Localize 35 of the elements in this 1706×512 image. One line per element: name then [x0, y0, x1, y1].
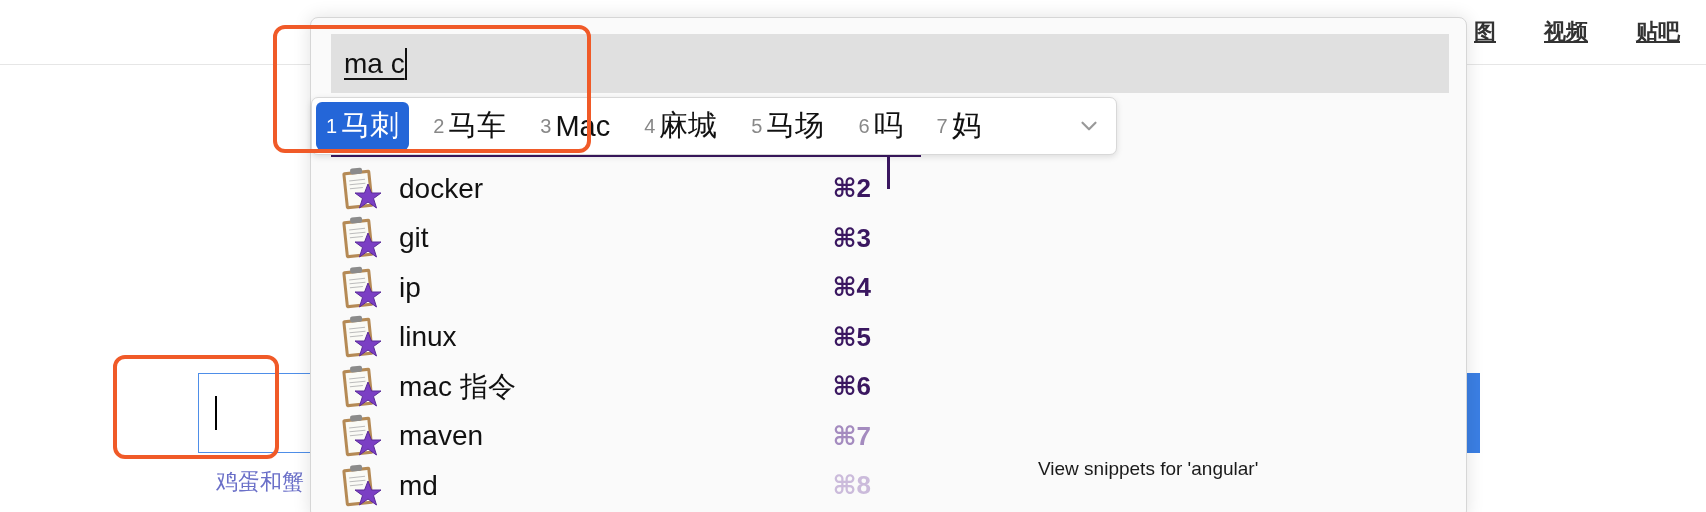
candidate-item[interactable]: 4 麻城 [634, 102, 728, 150]
snippet-name[interactable]: md [399, 469, 817, 502]
clipboard-star-icon [341, 165, 383, 212]
clipboard-star-icon [341, 314, 383, 361]
snippet-name[interactable]: git [399, 222, 817, 255]
clipboard-star-icon [341, 413, 383, 460]
clipboard-star-icon [341, 264, 383, 311]
snippet-name[interactable]: maven [399, 420, 817, 453]
shortcut-label: ⌘5 [832, 321, 871, 353]
suggestion-link[interactable]: 鸡蛋和蟹 [216, 467, 304, 497]
clipboard-star-icon [341, 462, 383, 509]
clipboard-star-icon [341, 363, 383, 410]
nav-link[interactable]: 贴吧 [1636, 17, 1680, 47]
nav-link[interactable]: 图 [1474, 17, 1496, 47]
candidate-item[interactable]: 5 马场 [741, 102, 835, 150]
nav-link[interactable]: 视频 [1544, 17, 1588, 47]
clipboard-star-icon [341, 215, 383, 262]
shortcut-label: ⌘3 [832, 222, 871, 254]
scroll-thumb[interactable] [887, 155, 890, 189]
candidate-item[interactable]: 6 吗 [848, 102, 913, 150]
candidate-item[interactable]: 1 马刺 [316, 102, 410, 150]
text-cursor [215, 396, 217, 430]
candidate-item[interactable]: 7 妈 [926, 102, 991, 150]
snippet-name[interactable]: docker [399, 172, 817, 205]
snippet-name[interactable]: mac 指令 [399, 367, 817, 406]
shortcut-label: ⌘2 [832, 173, 871, 205]
shortcut-label: ⌘4 [832, 272, 871, 304]
candidate-item[interactable]: 2 马车 [423, 102, 517, 150]
shortcut-label: ⌘8 [832, 470, 871, 502]
shortcut-label: ⌘7 [832, 420, 871, 452]
snippet-name[interactable]: ip [399, 271, 817, 304]
footer-text: View snippets for 'angular' [1038, 458, 1259, 480]
shortcut-label: ⌘6 [832, 371, 871, 403]
snippet-name[interactable]: linux [399, 321, 817, 354]
query-field[interactable]: ma c [331, 34, 1449, 93]
